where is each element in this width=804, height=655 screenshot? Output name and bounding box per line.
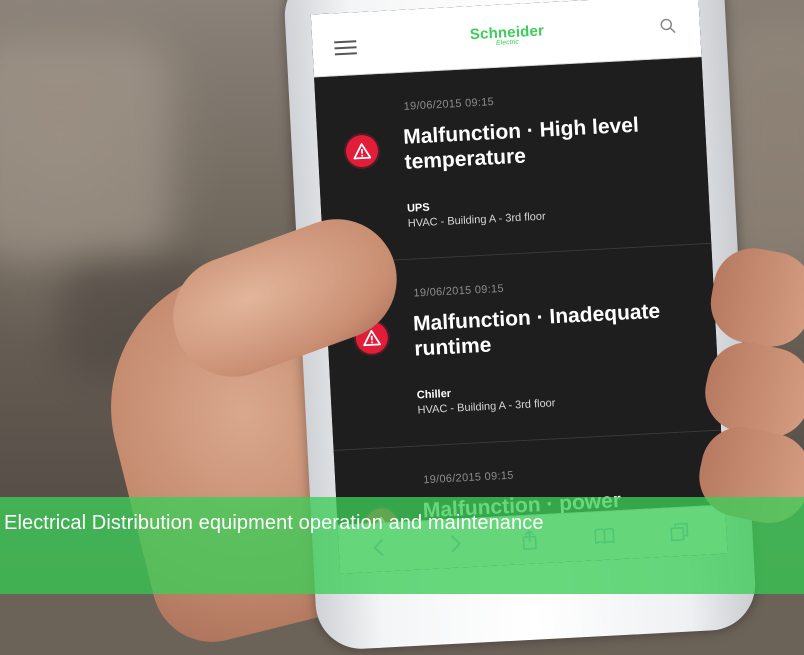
- warning-icon: [345, 134, 379, 168]
- alert-device: UPS: [407, 202, 430, 215]
- brand-logo: Schneider Electric: [452, 21, 563, 49]
- alert-timestamp: 19/06/2015 09:15: [403, 96, 494, 113]
- alert-device: Chiller: [417, 388, 452, 402]
- alert-title: Malfunction · Inadequate runtime: [412, 297, 694, 362]
- search-icon[interactable]: [659, 17, 676, 34]
- caption-banner: Electrical Distribution equipment operat…: [0, 497, 804, 594]
- alert-title: Malfunction · High level temperature: [403, 110, 685, 175]
- background-blur-left: [0, 40, 170, 260]
- alert-timestamp: 19/06/2015 09:15: [423, 470, 514, 487]
- alert-timestamp: 19/06/2015 09:15: [413, 283, 504, 300]
- menu-icon[interactable]: [334, 40, 357, 55]
- caption-text: Electrical Distribution equipment operat…: [4, 512, 544, 535]
